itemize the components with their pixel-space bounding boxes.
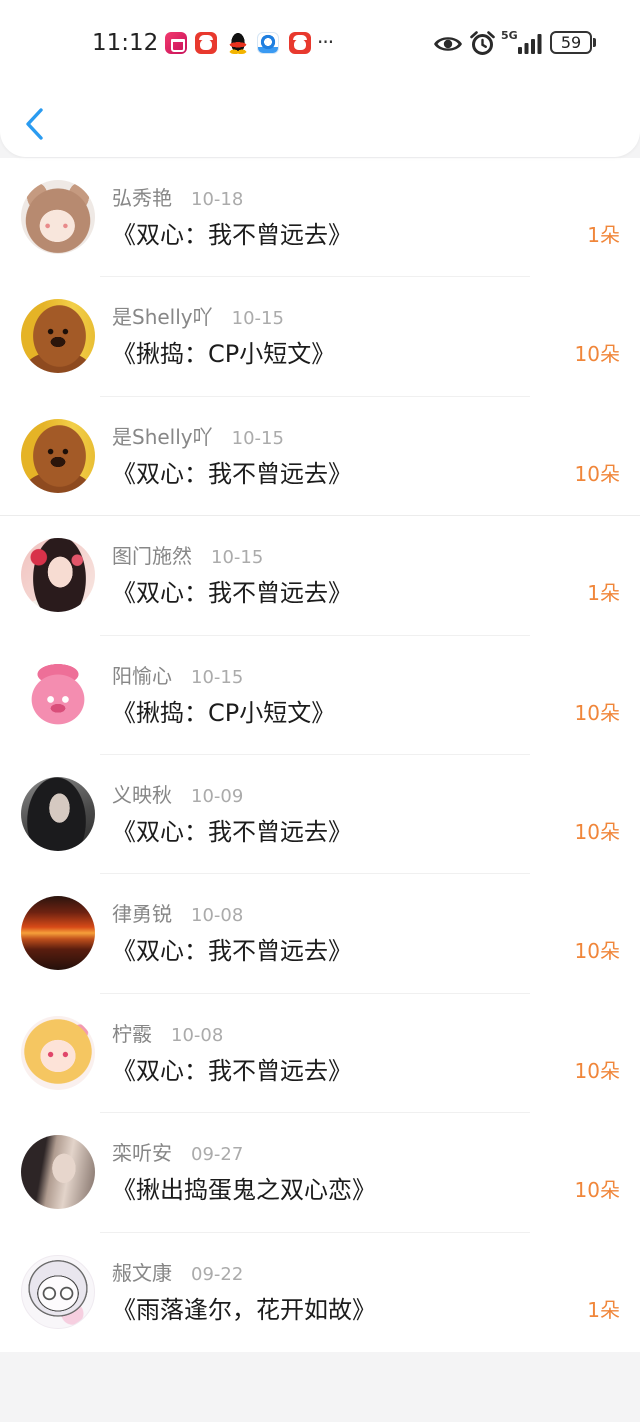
flower-count: 10朵 xyxy=(574,1178,620,1203)
gift-record-list: 弘秀艳 10-18 《双心：我不曾远去》 1朵 是Shelly吖 10-15 《揪捣… xyxy=(0,158,640,1352)
item-date: 10-15 xyxy=(231,427,284,449)
avatar[interactable] xyxy=(21,538,95,613)
back-button[interactable] xyxy=(20,102,52,144)
list-item[interactable]: 是Shelly吖 10-15 《双心：我不曾远去》 10朵 xyxy=(0,397,640,517)
item-date: 10-09 xyxy=(191,785,244,807)
red-app-icon xyxy=(289,32,311,54)
signal-icon xyxy=(518,34,542,54)
avatar[interactable] xyxy=(21,299,95,374)
item-date: 09-22 xyxy=(191,1263,244,1285)
book-title: 《双心：我不曾远去》 xyxy=(112,221,352,249)
page-background xyxy=(0,1352,640,1422)
item-date: 10-15 xyxy=(211,547,264,569)
battery-icon: 59 xyxy=(550,31,592,54)
user-name: 柠霰 xyxy=(112,1021,152,1046)
flower-count: 10朵 xyxy=(574,461,620,486)
user-name: 阳愉心 xyxy=(112,663,172,688)
item-meta: 是Shelly吖 10-15 xyxy=(112,305,284,329)
more-notifications: ··· xyxy=(317,30,334,54)
item-meta: 柠霰 10-08 xyxy=(112,1022,223,1046)
avatar[interactable] xyxy=(21,657,95,732)
item-meta: 是Shelly吖 10-15 xyxy=(112,425,284,449)
list-item[interactable]: 是Shelly吖 10-15 《揪捣：CP小短文》 10朵 xyxy=(0,277,640,397)
blue-app-icon xyxy=(257,32,279,54)
item-meta: 图门施然 10-15 xyxy=(112,544,263,568)
avatar[interactable] xyxy=(21,180,95,254)
book-title: 《揪捣：CP小短文》 xyxy=(112,698,336,727)
book-title: 《雨落逢尔，花开如故》 xyxy=(112,1295,376,1324)
flower-count: 10朵 xyxy=(574,700,620,725)
flower-count: 1朵 xyxy=(587,1297,620,1322)
avatar[interactable] xyxy=(21,1015,95,1090)
alarm-icon xyxy=(470,31,495,55)
item-meta: 阳愉心 10-15 xyxy=(112,664,243,688)
flower-count: 10朵 xyxy=(574,819,620,844)
book-title: 《双心：我不曾远去》 xyxy=(112,937,352,966)
list-item[interactable]: 赧文康 09-22 《雨落逢尔，花开如故》 1朵 xyxy=(0,1233,640,1352)
book-title: 《双心：我不曾远去》 xyxy=(112,579,352,608)
item-date: 10-15 xyxy=(191,666,244,688)
user-name: 弘秀艳 xyxy=(112,186,172,210)
item-date: 10-08 xyxy=(191,905,244,927)
user-name: 图门施然 xyxy=(112,544,192,569)
item-date: 10-18 xyxy=(191,189,244,210)
list-item[interactable]: 图门施然 10-15 《双心：我不曾远去》 1朵 xyxy=(0,516,640,636)
flower-count: 1朵 xyxy=(587,223,620,247)
app-gallery-icon xyxy=(165,32,187,54)
book-title: 《揪出捣蛋鬼之双心恋》 xyxy=(112,1176,376,1205)
user-name: 赧文康 xyxy=(112,1260,172,1285)
user-name: 义映秋 xyxy=(112,782,172,807)
avatar[interactable] xyxy=(21,896,95,971)
book-title: 《揪捣：CP小短文》 xyxy=(112,340,336,369)
item-meta: 弘秀艳 10-18 xyxy=(112,186,243,210)
avatar[interactable] xyxy=(21,418,95,493)
list-item[interactable]: 栾听安 09-27 《揪出捣蛋鬼之双心恋》 10朵 xyxy=(0,1113,640,1233)
chevron-left-icon xyxy=(26,108,43,140)
list-item[interactable]: 阳愉心 10-15 《揪捣：CP小短文》 10朵 xyxy=(0,636,640,755)
item-meta: 赧文康 09-22 xyxy=(112,1261,243,1285)
status-time: 11:12 xyxy=(92,30,159,56)
avatar[interactable] xyxy=(21,776,95,851)
item-meta: 律勇锐 10-08 xyxy=(112,902,243,926)
user-name: 是Shelly吖 xyxy=(112,424,213,449)
user-name: 栾听安 xyxy=(112,1141,172,1166)
avatar[interactable] xyxy=(21,1135,95,1210)
flower-count: 1朵 xyxy=(587,581,620,606)
battery-nub xyxy=(593,38,596,47)
item-date: 10-08 xyxy=(171,1024,224,1046)
flower-count: 10朵 xyxy=(574,1058,620,1083)
user-name: 是Shelly吖 xyxy=(112,305,213,330)
book-title: 《双心：我不曾远去》 xyxy=(112,1056,352,1085)
list-item[interactable]: 义映秋 10-09 《双心：我不曾远去》 10朵 xyxy=(0,755,640,875)
flower-count: 10朵 xyxy=(574,342,620,367)
book-title: 《双心：我不曾远去》 xyxy=(112,817,352,846)
network-type: 5G xyxy=(501,29,518,42)
item-date: 09-27 xyxy=(191,1144,244,1166)
qq-icon xyxy=(228,32,248,54)
item-date: 10-15 xyxy=(231,308,284,330)
battery-level: 59 xyxy=(560,33,582,52)
header: 11:12 ··· 5G 59 xyxy=(0,0,640,157)
user-name: 律勇锐 xyxy=(112,902,172,927)
item-meta: 栾听安 09-27 xyxy=(112,1141,243,1165)
list-item[interactable]: 柠霰 10-08 《双心：我不曾远去》 10朵 xyxy=(0,994,640,1114)
list-item[interactable]: 律勇锐 10-08 《双心：我不曾远去》 10朵 xyxy=(0,874,640,994)
avatar[interactable] xyxy=(21,1254,95,1329)
flower-count: 10朵 xyxy=(574,939,620,964)
list-item[interactable]: 弘秀艳 10-18 《双心：我不曾远去》 1朵 xyxy=(0,158,640,278)
book-title: 《双心：我不曾远去》 xyxy=(112,459,352,488)
red-app-icon xyxy=(195,32,217,54)
item-meta: 义映秋 10-09 xyxy=(112,783,243,807)
eye-icon xyxy=(434,37,462,51)
status-bar: 11:12 ··· 5G 59 xyxy=(0,0,640,88)
